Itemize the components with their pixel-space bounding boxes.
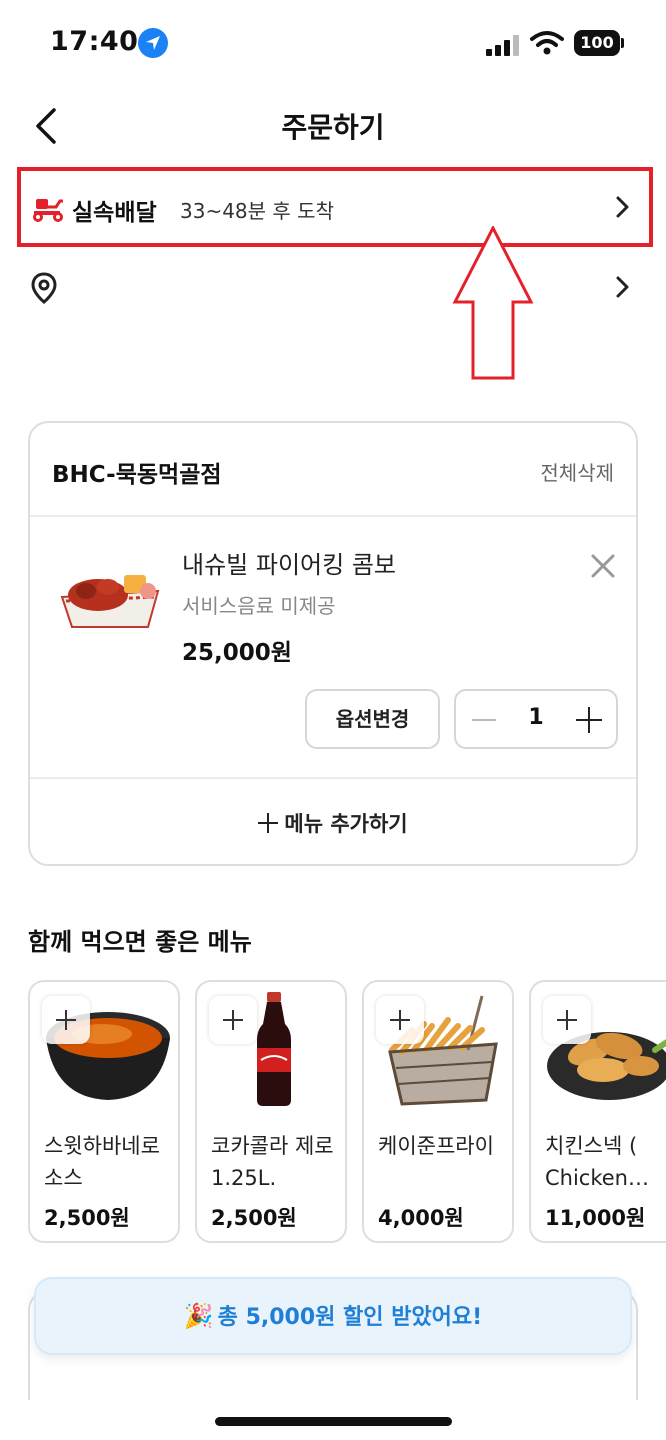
battery-icon: 100	[574, 30, 620, 56]
recommendation-name: 코카콜라 제로 1.25L.	[211, 1134, 334, 1190]
cellular-signal-icon	[486, 34, 522, 56]
store-name: BHC-묵동먹골점	[52, 462, 222, 488]
recommendation-card[interactable]: 케이준프라이 4,000원	[362, 980, 514, 1243]
wifi-icon	[530, 31, 564, 55]
quantity-stepper: 1	[454, 689, 618, 749]
discount-banner: 🎉 총 5,000원 할인 받았어요!	[34, 1277, 632, 1355]
divider	[30, 515, 636, 517]
delete-all-button[interactable]: 전체삭제	[540, 457, 614, 486]
recommendation-name: 치킨스넥 ( Chicken…	[545, 1134, 649, 1190]
remove-item-close-icon[interactable]	[588, 551, 618, 581]
cart-item-option: 서비스음료 미제공	[182, 594, 336, 618]
annotation-highlight-box	[17, 167, 653, 247]
add-menu-button[interactable]: 메뉴 추가하기	[30, 793, 636, 853]
party-popper-icon: 🎉	[183, 1302, 214, 1330]
recommendations-title: 함께 먹으면 좋은 메뉴	[28, 928, 252, 956]
chevron-right-icon	[616, 276, 629, 298]
battery-tip	[621, 38, 624, 48]
recommendation-price: 4,000원	[378, 1206, 464, 1230]
recommendation-price: 2,500원	[44, 1206, 130, 1230]
recommendation-price: 11,000원	[545, 1206, 646, 1230]
change-option-button[interactable]: 옵션변경	[305, 689, 440, 749]
home-indicator[interactable]	[215, 1417, 452, 1426]
add-recommendation-button[interactable]	[543, 996, 591, 1044]
cart-item-price: 25,000원	[182, 640, 292, 666]
discount-banner-text: 총 5,000원 할인 받았어요!	[217, 1305, 483, 1330]
add-recommendation-button[interactable]	[209, 996, 257, 1044]
increase-quantity-button[interactable]	[576, 707, 602, 733]
add-recommendation-button[interactable]	[42, 996, 90, 1044]
plus-icon	[258, 813, 279, 833]
status-time: 17:40	[50, 26, 139, 57]
cart-card: BHC-묵동먹골점 전체삭제 내슈빌 파이어킹 콤보 서비스음료 미제공 25,…	[28, 421, 638, 866]
recommendation-card[interactable]: 스윗하바네로소스 2,500원	[28, 980, 180, 1243]
address-row[interactable]	[0, 258, 666, 318]
recommendation-card[interactable]: 코카콜라 제로 1.25L. 2,500원	[195, 980, 347, 1243]
recommendation-name: 케이준프라이	[378, 1134, 494, 1158]
add-menu-label: 메뉴 추가하기	[284, 812, 408, 836]
recommendation-price: 2,500원	[211, 1206, 297, 1230]
add-recommendation-button[interactable]	[376, 996, 424, 1044]
page-title: 주문하기	[281, 111, 385, 144]
recommendation-name: 스윗하바네로소스	[44, 1134, 160, 1190]
recommendation-card[interactable]: 치킨스넥 ( Chicken… 11,000원	[529, 980, 666, 1243]
divider	[30, 777, 636, 779]
chicken-combo-image	[60, 575, 160, 628]
cart-item-name: 내슈빌 파이어킹 콤보	[182, 551, 396, 579]
location-pin-icon	[31, 272, 57, 304]
location-arrow-icon	[138, 28, 168, 58]
status-bar: 17:40 100	[0, 0, 666, 90]
